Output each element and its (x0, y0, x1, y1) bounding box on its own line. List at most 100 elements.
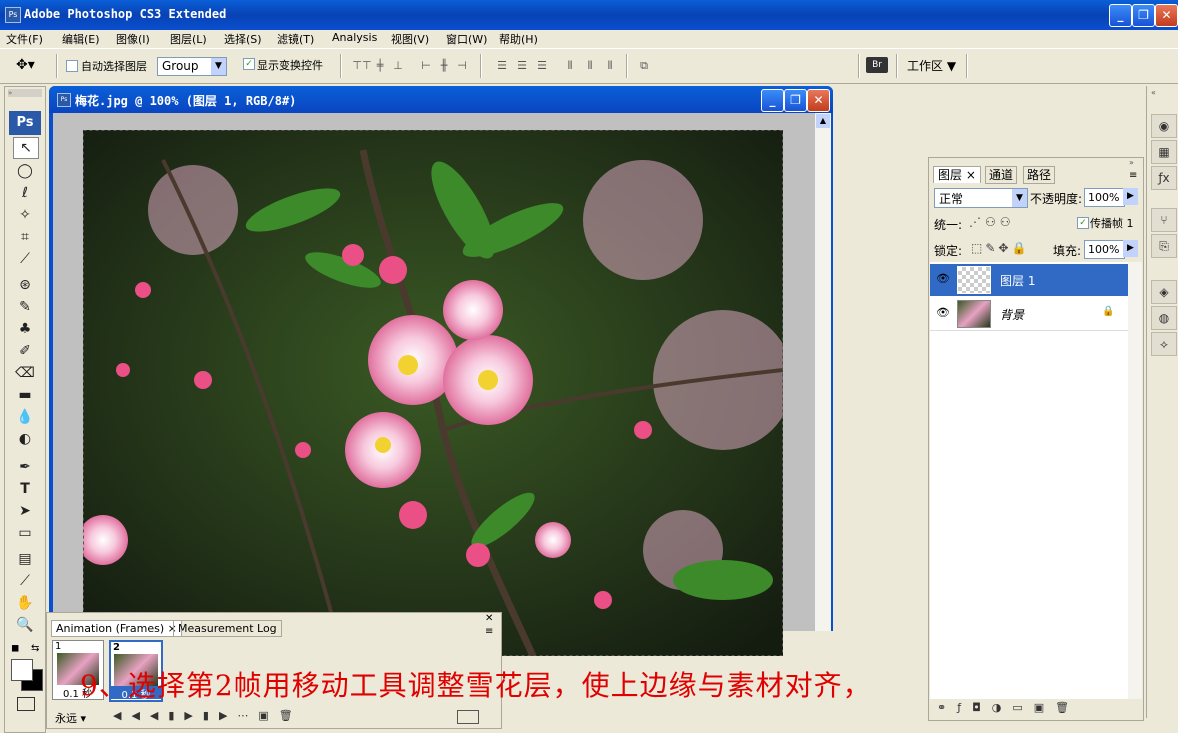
maximize-button[interactable]: ❐ (1132, 4, 1155, 27)
paths-dock-icon[interactable]: ⟡ (1151, 332, 1177, 356)
layer-row-background[interactable]: 👁 背景 🔒 (930, 298, 1128, 331)
distribute-top-icon[interactable]: ☰ (492, 58, 512, 74)
swatches-icon[interactable]: ▦ (1151, 140, 1177, 164)
align-vcenter-icon[interactable]: ╪ (370, 58, 390, 74)
tab-animation-frames[interactable]: Animation (Frames) × (51, 620, 182, 637)
heal-icon[interactable]: ⊛ (13, 275, 37, 295)
history-brush-icon[interactable]: ✐ (13, 341, 37, 361)
notes-icon[interactable]: ▤ (13, 549, 37, 569)
default-colors-icon[interactable]: ◼ (11, 643, 19, 654)
menu-edit[interactable]: 编辑(E) (62, 31, 100, 47)
distribute-vcenter-icon[interactable]: ☰ (512, 58, 532, 74)
gradient-icon[interactable]: ▬ (13, 385, 37, 405)
menu-file[interactable]: 文件(F) (6, 31, 43, 47)
move-tool-icon[interactable]: ↖ (13, 137, 39, 159)
toolbox-grip[interactable]: » (8, 89, 42, 97)
panel-collapse-icon[interactable]: » (1129, 158, 1134, 167)
chevron-down-icon[interactable]: ▼ (211, 58, 226, 75)
shape-icon[interactable]: ▭ (13, 523, 37, 543)
photoshop-logo-icon[interactable]: Ps (9, 111, 41, 135)
navigator-icon[interactable]: ◉ (1151, 114, 1177, 138)
blend-mode-dropdown[interactable]: 正常 ▼ (934, 188, 1028, 208)
dock-collapse-icon[interactable]: « (1151, 88, 1156, 97)
bridge-icon[interactable]: Br (866, 57, 888, 73)
fill-input[interactable]: 100% (1084, 240, 1125, 259)
crop-icon[interactable]: ⌗ (13, 227, 37, 247)
auto-align-icon[interactable]: ⧉ (634, 58, 654, 74)
magic-wand-icon[interactable]: ✧ (13, 205, 37, 225)
layer-row-layer1[interactable]: 👁 图层 1 (930, 264, 1128, 296)
align-right-icon[interactable]: ⊣ (452, 58, 472, 74)
zoom-icon[interactable]: 🔍 (13, 615, 37, 635)
type-icon[interactable]: T (13, 479, 37, 499)
blur-icon[interactable]: 💧 (13, 407, 37, 427)
menu-window[interactable]: 窗口(W) (446, 31, 487, 47)
dodge-icon[interactable]: ◐ (13, 429, 37, 449)
tab-layers[interactable]: 图层 × (933, 166, 981, 183)
brush-icon[interactable]: ✎ (13, 297, 37, 317)
anim-close-icon[interactable]: ✕ (485, 613, 493, 624)
photo-canvas[interactable] (83, 130, 783, 656)
path-select-icon[interactable]: ➤ (13, 501, 37, 521)
menu-filter[interactable]: 滤镜(T) (277, 31, 314, 47)
hand-icon[interactable]: ✋ (13, 593, 37, 613)
auto-select-dropdown[interactable]: Group ▼ (157, 57, 227, 76)
distribute-left-icon[interactable]: ⦀ (560, 58, 580, 74)
doc-close-button[interactable]: ✕ (807, 89, 830, 112)
opacity-input[interactable]: 100% (1084, 188, 1125, 207)
menu-analysis[interactable]: Analysis (332, 31, 377, 44)
minimize-button[interactable]: _ (1109, 4, 1132, 27)
tab-channels[interactable]: 通道 (985, 166, 1018, 184)
layers-footer-icons[interactable]: ⚭ƒ◘◑▭▣🗑 (937, 701, 1080, 714)
clone-source-icon[interactable]: ⎘ (1151, 234, 1177, 258)
distribute-hcenter-icon[interactable]: ⦀ (580, 58, 600, 74)
foreground-color-swatch[interactable] (11, 659, 33, 681)
tab-measurement-log[interactable]: Measurement Log (173, 620, 282, 637)
eraser-icon[interactable]: ⌫ (13, 363, 37, 383)
menu-select[interactable]: 选择(S) (224, 31, 262, 47)
quick-mask-icon[interactable] (17, 697, 35, 711)
move-tool-preset-icon[interactable]: ✥▾ (16, 57, 35, 73)
stamp-icon[interactable]: ♣ (13, 319, 37, 339)
tab-paths[interactable]: 路径 (1023, 166, 1056, 184)
visibility-eye-icon[interactable]: 👁 (936, 272, 950, 285)
auto-select-checkbox[interactable] (66, 60, 78, 72)
menu-layer[interactable]: 图层(L) (170, 31, 207, 47)
layer-name[interactable]: 图层 1 (1000, 272, 1035, 289)
align-top-icon[interactable]: ⊤⊤ (352, 58, 372, 74)
playback-controls[interactable]: ◀◀◀▮▶▮▶⋯▣🗑 (113, 709, 303, 722)
styles-icon[interactable]: ƒx (1151, 166, 1177, 190)
layer-name[interactable]: 背景 (1000, 306, 1024, 323)
menu-view[interactable]: 视图(V) (391, 31, 429, 47)
vertical-scrollbar[interactable]: ▲ (815, 113, 831, 631)
loop-dropdown[interactable]: 永远 ▾ (55, 710, 86, 726)
propagate-checkbox[interactable]: ✓ (1077, 217, 1089, 229)
eyedropper2-icon[interactable]: ⟋ (13, 571, 37, 591)
workspace-button[interactable]: 工作区 ▼ (907, 57, 956, 74)
close-button[interactable]: ✕ (1155, 4, 1178, 27)
timeline-toggle-icon[interactable] (457, 710, 479, 724)
channels-dock-icon[interactable]: ◍ (1151, 306, 1177, 330)
pen-icon[interactable]: ✒ (13, 457, 37, 477)
swap-colors-icon[interactable]: ⇆ (31, 643, 39, 654)
eyedropper-icon[interactable]: ⟋ (13, 249, 37, 269)
chevron-down-icon[interactable]: ▼ (1012, 189, 1027, 207)
lock-icons[interactable]: ⬚✎✥🔒 (971, 241, 1029, 255)
anim-menu-icon[interactable]: ≡ (485, 626, 493, 637)
doc-maximize-button[interactable]: ❐ (784, 89, 807, 112)
fill-arrow-icon[interactable]: ▶ (1123, 240, 1138, 257)
menu-image[interactable]: 图像(I) (116, 31, 150, 47)
layers-dock-icon[interactable]: ◈ (1151, 280, 1177, 304)
show-transform-checkbox[interactable]: ✓ (243, 58, 255, 70)
align-hcenter-icon[interactable]: ╫ (434, 58, 454, 74)
visibility-eye-icon[interactable]: 👁 (936, 306, 950, 319)
align-bottom-icon[interactable]: ⊥ (388, 58, 408, 74)
distribute-bottom-icon[interactable]: ☰ (532, 58, 552, 74)
layers-scrollbar[interactable] (1128, 262, 1142, 699)
panel-menu-icon[interactable]: ≡ (1129, 170, 1137, 181)
marquee-icon[interactable]: ◯ (13, 161, 37, 181)
align-left-icon[interactable]: ⊢ (416, 58, 436, 74)
unify-icons[interactable]: ⋰⚇⚇ (969, 215, 1015, 229)
lasso-icon[interactable]: ℓ (13, 183, 37, 203)
distribute-right-icon[interactable]: ⦀ (600, 58, 620, 74)
